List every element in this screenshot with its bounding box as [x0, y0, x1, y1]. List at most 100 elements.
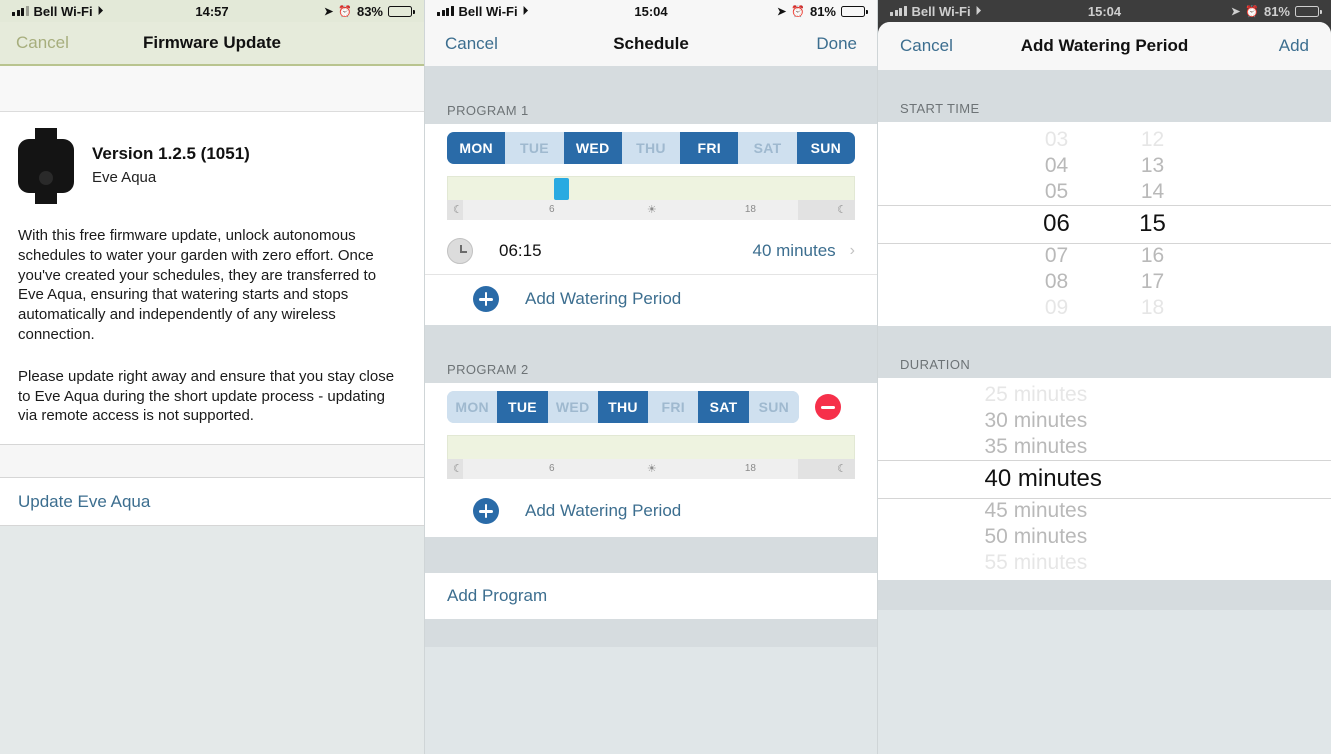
plus-circle-icon[interactable]: [473, 498, 499, 524]
hour-option[interactable]: 08: [1009, 269, 1105, 295]
day-toggle-sat[interactable]: SAT: [698, 391, 749, 423]
navigation-bar: Cancel Firmware Update: [0, 22, 424, 66]
program-1-day-selector[interactable]: MON TUE WED THU FRI SAT SUN: [425, 124, 877, 170]
hour-option[interactable]: 07: [1009, 243, 1105, 269]
section-header-program-1: PROGRAM 1: [425, 66, 877, 124]
panel-add-watering-period: Bell Wi-Fi ⏵ 15:04 ➤ ⏰ 81% Cancel Add Wa…: [877, 0, 1331, 754]
minute-option[interactable]: 17: [1105, 269, 1201, 295]
minute-picker-column[interactable]: 12 13 14 15 16 17 18: [1105, 122, 1201, 326]
hour-option[interactable]: 09: [1009, 295, 1105, 321]
sun-icon: ☀: [646, 204, 657, 216]
status-bar-right: ➤ ⏰ 81%: [777, 4, 868, 19]
device-text: Version 1.2.5 (1051) Eve Aqua: [92, 142, 250, 189]
start-time-header-label: START TIME: [900, 101, 980, 116]
add-watering-period-label: Add Watering Period: [525, 501, 682, 520]
page-title: Add Watering Period: [1020, 36, 1189, 55]
day-toggle-tue[interactable]: TUE: [497, 391, 548, 423]
status-bar-right: ➤ ⏰ 81%: [1231, 3, 1322, 19]
modal-sheet: Cancel Add Watering Period Add START TIM…: [878, 22, 1331, 754]
moon-icon: ☾: [837, 204, 847, 216]
timeline-label-18: 18: [744, 463, 756, 474]
timeline-label-6: 6: [549, 204, 555, 215]
add-watering-period-button-program-1[interactable]: Add Watering Period: [425, 275, 877, 325]
watering-period-row[interactable]: 06:15 40 minutes ›: [425, 228, 877, 275]
panel1-background-fill: [0, 526, 424, 754]
minute-option[interactable]: 12: [1105, 127, 1201, 153]
timeline-axis: ☾ 6 ☀ 18 ☾: [447, 459, 855, 479]
duration-option[interactable]: 25 minutes: [985, 382, 1225, 408]
program-1-card: MON TUE WED THU FRI SAT SUN ☾ 6 ☀ 18 ☾ 0…: [425, 124, 877, 325]
timeline-axis: ☾ 6 ☀ 18 ☾: [447, 200, 855, 220]
battery-percent-label: 83%: [356, 3, 383, 19]
update-eve-aqua-button[interactable]: Update Eve Aqua: [0, 478, 424, 527]
minute-option[interactable]: 18: [1105, 295, 1201, 321]
firmware-description-paragraph-1: With this free firmware update, unlock a…: [18, 227, 377, 343]
add-watering-period-button-program-2[interactable]: Add Watering Period: [425, 487, 877, 537]
duration-option[interactable]: 45 minutes: [985, 498, 1225, 524]
separator-band: [0, 444, 424, 479]
day-toggle-sun[interactable]: SUN: [748, 391, 799, 423]
minute-option[interactable]: 16: [1105, 243, 1201, 269]
firmware-version-label: Version 1.2.5 (1051): [92, 144, 250, 164]
duration-header-label: DURATION: [900, 357, 971, 372]
section-header-duration: DURATION: [878, 326, 1331, 378]
moon-icon: ☾: [837, 463, 847, 475]
minute-option-selected[interactable]: 15: [1105, 205, 1201, 243]
day-toggle-wed[interactable]: WED: [547, 391, 598, 423]
battery-icon: [388, 5, 415, 17]
day-toggle-wed[interactable]: WED: [563, 132, 622, 164]
duration-picker[interactable]: 25 minutes 30 minutes 35 minutes 40 minu…: [878, 378, 1331, 580]
alarm-clock-icon: ⏰: [338, 5, 352, 18]
timeline-label-18: 18: [744, 204, 756, 215]
schedule-scroll-area[interactable]: PROGRAM 1 MON TUE WED THU FRI SAT SUN ☾ …: [425, 66, 877, 754]
status-bar: Bell Wi-Fi ⏵ 15:04 ➤ ⏰ 81%: [425, 0, 877, 22]
day-toggle-tue[interactable]: TUE: [505, 132, 564, 164]
program-1-header-label: PROGRAM 1: [447, 103, 529, 118]
duration-option[interactable]: 55 minutes: [985, 550, 1225, 576]
duration-option-selected[interactable]: 40 minutes: [985, 460, 1225, 498]
day-toggle-thu[interactable]: THU: [621, 132, 681, 164]
duration-option[interactable]: 30 minutes: [985, 408, 1225, 434]
hour-option[interactable]: 04: [1009, 153, 1105, 179]
hour-option-selected[interactable]: 06: [1009, 205, 1105, 243]
chevron-right-icon: ›: [849, 242, 855, 259]
page-title: Schedule: [613, 34, 689, 53]
duration-option[interactable]: 50 minutes: [985, 524, 1225, 550]
battery-icon: [841, 5, 868, 17]
duration-option[interactable]: 35 minutes: [985, 434, 1225, 460]
sun-icon: ☀: [646, 463, 657, 475]
battery-percent-label: 81%: [1263, 3, 1290, 19]
location-arrow-icon: ➤: [324, 5, 334, 18]
minute-option[interactable]: 14: [1105, 179, 1201, 205]
program-1-timeline[interactable]: ☾ 6 ☀ 18 ☾: [447, 176, 855, 220]
day-toggle-mon[interactable]: MON: [447, 132, 506, 164]
device-name-label: Eve Aqua: [92, 169, 157, 187]
alarm-clock-icon: ⏰: [791, 5, 805, 18]
clock-icon: [447, 238, 473, 264]
add-program-label: Add Program: [447, 586, 548, 605]
day-toggle-thu[interactable]: THU: [597, 391, 649, 423]
day-toggle-fri[interactable]: FRI: [648, 391, 699, 423]
hour-option[interactable]: 03: [1009, 127, 1105, 153]
program-2-timeline[interactable]: ☾ 6 ☀ 18 ☾: [447, 435, 855, 479]
day-toggle-fri[interactable]: FRI: [680, 132, 739, 164]
separator-band: [425, 537, 877, 573]
day-toggle-mon[interactable]: MON: [447, 391, 498, 423]
day-toggle-sun[interactable]: SUN: [796, 132, 855, 164]
program-1-timeline-wrap: ☾ 6 ☀ 18 ☾: [425, 170, 877, 228]
panel3-background-fill: [878, 610, 1331, 754]
plus-circle-icon[interactable]: [473, 286, 499, 312]
add-program-button[interactable]: Add Program: [425, 573, 877, 619]
timeline-watering-marker[interactable]: [553, 178, 569, 200]
hour-option[interactable]: 05: [1009, 179, 1105, 205]
hour-picker-column[interactable]: 03 04 05 06 07 08 09: [1009, 122, 1105, 326]
navigation-bar: Cancel Add Watering Period Add: [878, 22, 1331, 70]
day-toggle-sat[interactable]: SAT: [738, 132, 797, 164]
alarm-clock-icon: ⏰: [1245, 5, 1259, 18]
duration-picker-column[interactable]: 25 minutes 30 minutes 35 minutes 40 minu…: [985, 378, 1225, 580]
minus-circle-icon[interactable]: [815, 394, 841, 420]
device-info-row: Version 1.2.5 (1051) Eve Aqua: [18, 112, 406, 210]
start-time-picker[interactable]: 03 04 05 06 07 08 09 12 13 14 15 16 17 1…: [878, 122, 1331, 326]
minute-option[interactable]: 13: [1105, 153, 1201, 179]
program-2-day-selector[interactable]: MON TUE WED THU FRI SAT SUN: [425, 383, 877, 429]
